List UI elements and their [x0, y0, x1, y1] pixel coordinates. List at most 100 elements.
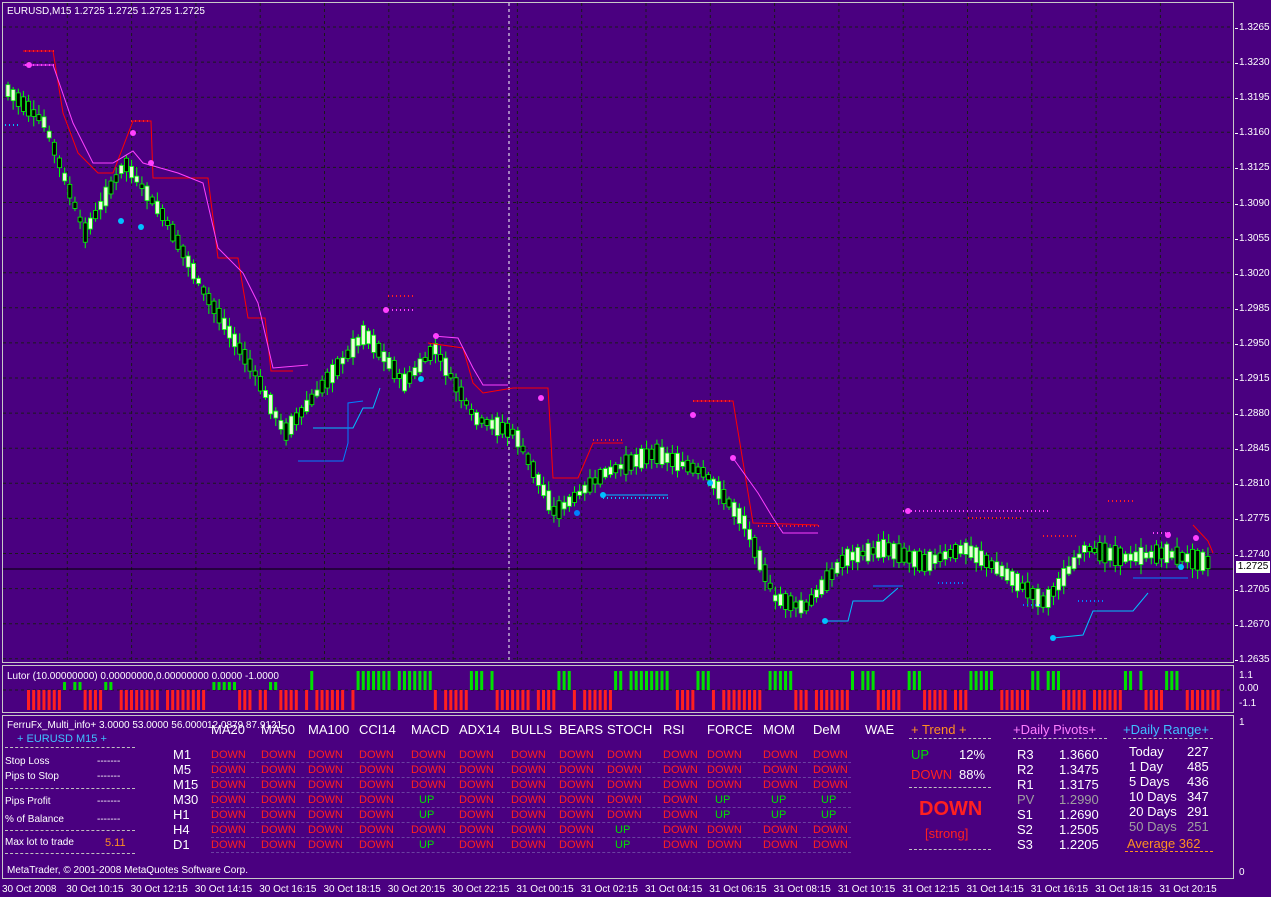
- signal-cell: DOWN: [211, 824, 246, 836]
- metatrader-window: EURUSD,M15 1.2725 1.2725 1.2725 1.2725 1…: [0, 0, 1271, 897]
- histogram-bar-up: [413, 671, 417, 690]
- signal-cell: DOWN: [411, 779, 446, 791]
- price-tick-mark: [1235, 659, 1238, 661]
- signal-cell: DOWN: [511, 794, 546, 806]
- candle-body: [633, 454, 639, 467]
- candle-body: [314, 389, 320, 397]
- signal-cell: DOWN: [359, 839, 394, 851]
- price-tick-mark: [1235, 589, 1238, 591]
- signal-cell: DOWN: [261, 824, 296, 836]
- candle-body: [906, 550, 912, 564]
- candle-body: [98, 200, 104, 211]
- candle-body: [850, 551, 855, 561]
- histogram-bar-up: [907, 671, 911, 690]
- candle-body: [1154, 544, 1159, 564]
- candle-body: [778, 593, 783, 607]
- signal-cell: DOWN: [663, 809, 698, 821]
- price-tick-mark: [1235, 308, 1238, 310]
- signal-cell: DOWN: [763, 824, 798, 836]
- signal-dot: [690, 412, 696, 418]
- histogram-bar-down: [933, 690, 937, 710]
- candle-body: [247, 358, 253, 372]
- candle-body: [618, 464, 624, 470]
- candle-body: [185, 255, 191, 268]
- candle-body: [1030, 588, 1036, 600]
- histogram-bar-down: [341, 690, 345, 710]
- candle-body: [1076, 553, 1082, 559]
- candle-body: [293, 412, 299, 426]
- price-tick-mark: [1235, 133, 1238, 135]
- signal-cell: DOWN: [607, 749, 642, 761]
- signal-cell: DOWN: [559, 779, 594, 791]
- price-tick-mark: [1235, 379, 1238, 380]
- signal-cell: DOWN: [663, 764, 698, 776]
- pivot-value: 1.2205: [1059, 837, 1099, 852]
- price-tick-label: 1.2705: [1239, 583, 1270, 595]
- signal-cell: DOWN: [813, 764, 848, 776]
- multi-info-pane[interactable]: FerruFx_Multi_info+ 3.0000 53.0000 56.00…: [2, 715, 1234, 879]
- histogram-bar-down: [1149, 690, 1153, 710]
- lutor-indicator-pane[interactable]: Lutor (10.00000000) 0.00000000,0.0000000…: [2, 665, 1234, 713]
- candle-body: [36, 114, 42, 122]
- signal-dot: [600, 492, 606, 498]
- candle-body: [21, 96, 26, 112]
- candle-body: [268, 394, 274, 415]
- candle-body: [360, 324, 366, 346]
- candle-body: [1164, 543, 1170, 564]
- histogram-bar-up: [361, 671, 365, 690]
- histogram-bar-up: [701, 671, 705, 690]
- candle-body: [556, 500, 562, 520]
- time-tick-label: 30 Oct 18:15: [323, 884, 381, 895]
- candles: [5, 81, 1211, 618]
- histogram-bar-down: [521, 690, 525, 710]
- candle-body: [958, 545, 964, 555]
- lutor-header: Lutor (10.00000000) 0.00000000,0.0000000…: [7, 671, 279, 682]
- histogram-bar-down: [887, 690, 891, 710]
- signal-dot: [822, 618, 828, 624]
- histogram-bar-up: [402, 671, 406, 690]
- price-tick-label: 1.2740: [1239, 548, 1270, 560]
- candle-body: [793, 601, 799, 609]
- signal-cell: DOWN: [459, 824, 494, 836]
- candle-body: [726, 498, 732, 508]
- histogram-bar-up: [557, 671, 561, 690]
- histogram-bar-down: [794, 690, 798, 710]
- histogram-bar-down: [330, 690, 334, 710]
- histogram-bar-down: [881, 690, 885, 710]
- signal-cell: DOWN: [511, 764, 546, 776]
- candle-body: [989, 560, 995, 569]
- signal-dot: [538, 395, 544, 401]
- divider: [909, 738, 991, 739]
- candle-body: [1148, 551, 1154, 559]
- candle-body: [757, 550, 763, 571]
- candle-body: [809, 594, 814, 606]
- row-divider: [211, 762, 851, 763]
- row-divider: [211, 822, 851, 823]
- candle-body: [628, 454, 634, 471]
- histogram-bar-down: [37, 690, 41, 710]
- trend-signal: DOWN: [919, 798, 983, 820]
- candle-body: [263, 389, 268, 399]
- price-tick-mark: [1235, 554, 1238, 556]
- candle-body: [886, 542, 892, 557]
- histogram-bar-down: [248, 690, 252, 710]
- candle-body: [1092, 547, 1098, 553]
- candle-body: [335, 358, 341, 377]
- signal-cell: DOWN: [707, 779, 742, 791]
- candle-body: [175, 234, 181, 250]
- histogram-bar-up: [397, 671, 401, 690]
- trend-down-pct: 88%: [959, 767, 986, 782]
- candle-body: [242, 349, 248, 365]
- histogram-bar-down: [124, 690, 128, 710]
- histogram-bar-down: [1015, 690, 1019, 710]
- candle-body: [561, 501, 567, 510]
- histogram-bar-up: [639, 671, 643, 690]
- candle-body: [721, 489, 727, 505]
- candle-body: [407, 371, 413, 384]
- pivot-value: 1.2690: [1059, 807, 1099, 822]
- candlestick-chart[interactable]: [3, 3, 1234, 663]
- histogram-bar-down: [593, 690, 597, 710]
- price-chart-pane[interactable]: EURUSD,M15 1.2725 1.2725 1.2725 1.2725: [2, 2, 1234, 663]
- symbol-line: + EURUSD M15 +: [17, 733, 107, 745]
- pivot-name: S1: [1017, 807, 1033, 822]
